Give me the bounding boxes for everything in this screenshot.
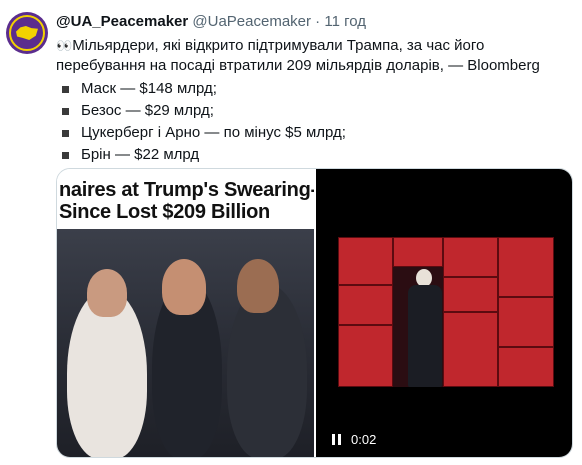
list-item-text: Брін — $22 млрд — [81, 146, 200, 163]
text-line-2: перебування на посаді втратили 209 мілья… — [56, 57, 540, 74]
text-line-1: 👀 Мільярдери, які відкрито підтримували Т… — [56, 36, 571, 56]
person-figure — [408, 269, 442, 387]
image-headline: naires at Trump's Swearing-In Since Lost… — [59, 179, 314, 223]
bullet-list: Маск — $148 млрд; Безос — $29 млрд; Цуке… — [56, 78, 571, 166]
person-face — [162, 259, 206, 315]
separator-dot: · — [315, 13, 321, 30]
list-item: Цукерберг і Арно — по мінус $5 млрд; — [56, 122, 571, 144]
list-item: Брін — $22 млрд — [56, 144, 571, 166]
person-face — [237, 259, 279, 313]
heatmap-cell — [338, 325, 393, 387]
bullet-square-icon — [62, 151, 69, 159]
attached-image[interactable]: naires at Trump's Swearing-In Since Lost… — [57, 169, 314, 457]
heatmap-cell — [443, 312, 498, 387]
heatmap-cell — [498, 237, 554, 297]
heatmap-cell — [443, 277, 498, 312]
photo — [57, 229, 314, 457]
list-item-text: Цукерберг і Арно — по мінус $5 млрд; — [81, 124, 346, 141]
video-player[interactable]: 0:02 — [316, 169, 572, 457]
heatmap-screen — [338, 237, 554, 387]
bullet-square-icon — [62, 107, 69, 115]
list-item: Безос — $29 млрд; — [56, 100, 571, 122]
timestamp[interactable]: 11 год — [324, 13, 366, 30]
heatmap-cell — [338, 237, 393, 285]
image-headline-line-2: Since Lost $209 Billion — [59, 201, 270, 223]
user-handle[interactable]: @UaPeacemaker — [192, 13, 311, 30]
list-item-text: Безос — $29 млрд; — [81, 102, 214, 119]
avatar[interactable] — [6, 12, 48, 54]
image-headline-line-1: naires at Trump's Swearing-In — [59, 179, 314, 201]
pause-icon[interactable] — [332, 434, 341, 445]
list-item: Маск — $148 млрд; — [56, 78, 571, 100]
heatmap-cell — [443, 237, 498, 277]
display-name[interactable]: @UA_Peacemaker — [56, 13, 188, 30]
heatmap-cell — [498, 347, 554, 387]
bullet-square-icon — [62, 85, 69, 93]
bullet-square-icon — [62, 129, 69, 137]
heatmap-cell — [338, 285, 393, 325]
list-item-text: Маск — $148 млрд; — [81, 80, 217, 97]
tweet-text: 👀 Мільярдери, які відкрито підтримували Т… — [56, 36, 571, 166]
tweet[interactable]: @UA_Peacemaker @UaPeacemaker · 11 год 👀 М… — [0, 0, 582, 465]
tweet-header: @UA_Peacemaker @UaPeacemaker · 11 год — [56, 13, 366, 30]
video-timestamp: 0:02 — [351, 432, 377, 447]
text-line-1-content: Мільярдери, які відкрито підтримували Тр… — [72, 37, 485, 54]
video-controls: 0:02 — [332, 432, 376, 447]
person-face — [87, 269, 127, 317]
eyes-emoji-icon: 👀 — [56, 38, 72, 53]
heatmap-cell — [498, 297, 554, 347]
heatmap-cell — [393, 237, 443, 267]
person-suit — [408, 285, 442, 387]
media-grid: naires at Trump's Swearing-In Since Lost… — [56, 168, 573, 458]
